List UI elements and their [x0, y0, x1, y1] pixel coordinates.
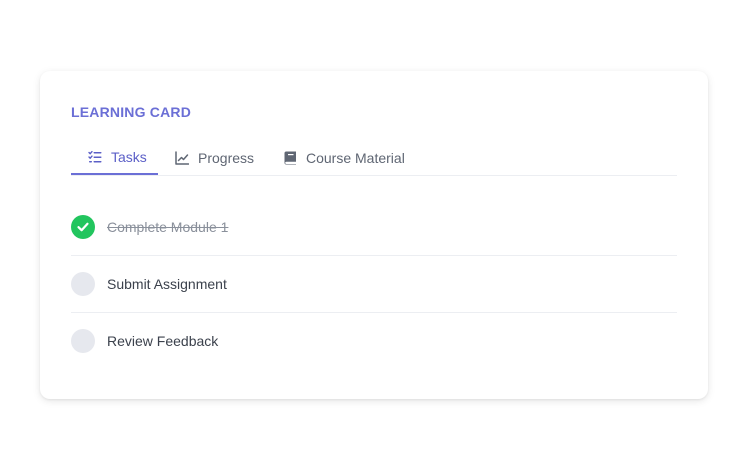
tab-tasks-label: Tasks: [111, 149, 147, 165]
chart-line-icon: [174, 150, 190, 166]
task-item[interactable]: Submit Assignment: [71, 256, 677, 313]
tab-bar: Tasks Progress Course Material: [71, 141, 677, 176]
book-icon: [282, 150, 298, 166]
tab-progress-label: Progress: [198, 150, 255, 166]
empty-circle-icon[interactable]: [71, 272, 95, 296]
task-item[interactable]: Review Feedback: [71, 313, 677, 369]
task-item[interactable]: Complete Module 1: [71, 199, 677, 256]
task-label: Submit Assignment: [107, 276, 227, 292]
tab-progress[interactable]: Progress: [158, 141, 268, 175]
task-label: Review Feedback: [107, 333, 219, 349]
empty-circle-icon[interactable]: [71, 329, 95, 353]
tab-tasks[interactable]: Tasks: [71, 141, 158, 175]
task-label: Complete Module 1: [107, 219, 229, 235]
card-title: LEARNING CARD: [71, 104, 192, 120]
task-list: Complete Module 1 Submit Assignment Revi…: [71, 199, 677, 369]
task-list-icon: [87, 149, 103, 165]
tab-course-material[interactable]: Course Material: [268, 141, 405, 175]
learning-card: LEARNING CARD Tasks Progress Course Mate…: [40, 71, 708, 399]
tab-course-material-label: Course Material: [306, 150, 405, 166]
check-circle-icon[interactable]: [71, 215, 95, 239]
